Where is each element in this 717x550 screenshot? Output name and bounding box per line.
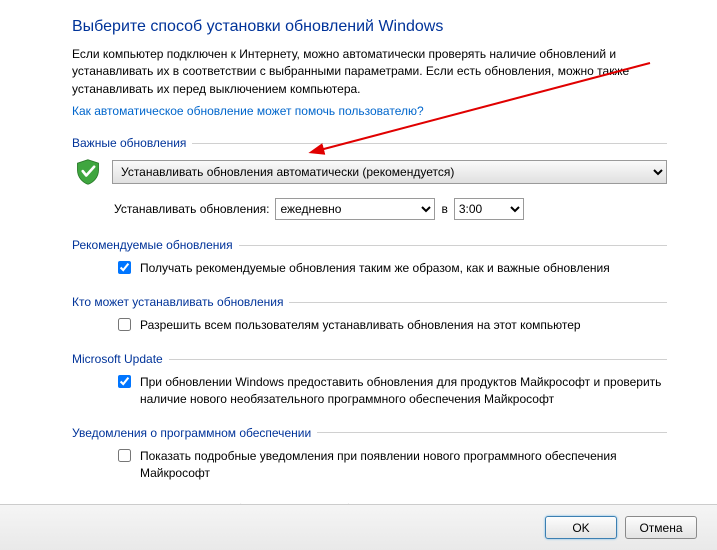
group-recommended-title: Рекомендуемые обновления <box>72 238 233 252</box>
msupdate-checkbox[interactable] <box>118 375 131 388</box>
group-who: Кто может устанавливать обновления Разре… <box>72 295 667 334</box>
cancel-button[interactable]: Отмена <box>625 516 697 539</box>
at-label: в <box>441 202 447 216</box>
group-recommended: Рекомендуемые обновления Получать рекоме… <box>72 238 667 277</box>
update-mode-select[interactable]: Устанавливать обновления автоматически (… <box>112 160 667 184</box>
shield-check-icon <box>74 158 102 186</box>
frequency-select[interactable]: ежедневно <box>275 198 435 220</box>
divider <box>169 359 667 360</box>
help-link[interactable]: Как автоматическое обновление может помо… <box>72 104 424 118</box>
group-who-title: Кто может устанавливать обновления <box>72 295 283 309</box>
group-notify: Уведомления о программном обеспечении По… <box>72 426 667 482</box>
recommended-checkbox-label: Получать рекомендуемые обновления таким … <box>140 260 610 277</box>
group-important-title: Важные обновления <box>72 136 186 150</box>
group-msupdate: Microsoft Update При обновлении Windows … <box>72 352 667 408</box>
notify-checkbox[interactable] <box>118 449 131 462</box>
time-select[interactable]: 3:00 <box>454 198 524 220</box>
allow-all-users-checkbox[interactable] <box>118 318 131 331</box>
dialog-footer: OK Отмена <box>0 504 717 550</box>
group-msupdate-title: Microsoft Update <box>72 352 163 366</box>
ok-button[interactable]: OK <box>545 516 617 539</box>
allow-all-users-label: Разрешить всем пользователям устанавлива… <box>140 317 581 334</box>
group-notify-title: Уведомления о программном обеспечении <box>72 426 311 440</box>
recommended-checkbox[interactable] <box>118 261 131 274</box>
divider <box>317 432 667 433</box>
notify-checkbox-label: Показать подробные уведомления при появл… <box>140 448 667 482</box>
msupdate-checkbox-label: При обновлении Windows предоставить обно… <box>140 374 667 408</box>
group-important: Важные обновления Устанавливать обновлен… <box>72 136 667 220</box>
divider <box>192 143 667 144</box>
divider <box>289 302 667 303</box>
schedule-label: Устанавливать обновления: <box>114 202 269 216</box>
divider <box>239 245 667 246</box>
intro-text: Если компьютер подключен к Интернету, мо… <box>72 46 667 98</box>
page-title: Выберите способ установки обновлений Win… <box>72 18 667 36</box>
